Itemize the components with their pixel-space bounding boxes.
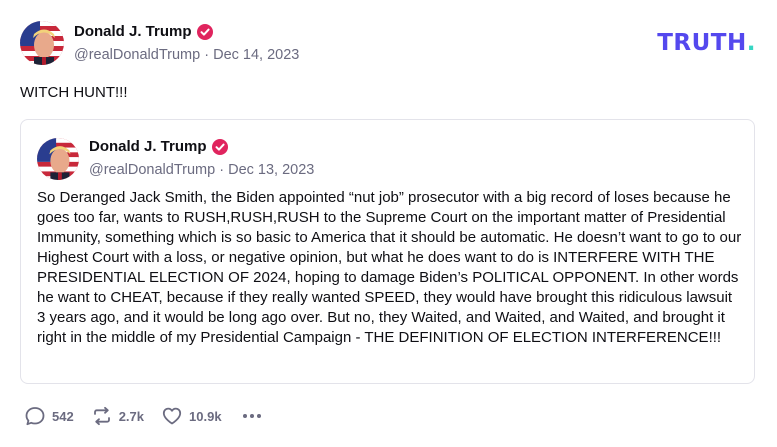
truth-logo: TRUTH. <box>657 30 756 56</box>
quoted-post-date[interactable]: Dec 13, 2023 <box>228 162 314 178</box>
quoted-author-info: Donald J. Trump @realDonaldTrump · Dec 1… <box>89 137 314 180</box>
post-header: Donald J. Trump @realDonaldTrump · Dec 1… <box>20 21 299 65</box>
author-handle[interactable]: @realDonaldTrump <box>74 47 200 63</box>
meta-separator: · <box>204 46 210 63</box>
reply-icon <box>25 407 45 426</box>
meta-separator: · <box>219 162 225 178</box>
post-meta: @realDonaldTrump · Dec 14, 2023 <box>74 45 299 65</box>
author-avatar[interactable] <box>20 21 64 65</box>
author-name[interactable]: Donald J. Trump <box>74 22 192 42</box>
more-icon <box>242 414 261 418</box>
like-count: 10.9k <box>189 408 222 424</box>
more-button[interactable] <box>241 405 263 427</box>
verified-badge-icon <box>211 139 228 155</box>
quoted-author-avatar[interactable] <box>37 137 79 180</box>
quoted-author-handle[interactable]: @realDonaldTrump <box>89 162 215 178</box>
verified-badge-icon <box>196 23 213 40</box>
retruth-button[interactable]: 2.7k <box>91 405 144 427</box>
logo-text: TRUTH <box>657 30 747 56</box>
retruth-count: 2.7k <box>118 408 145 424</box>
quoted-post-text: So Deranged Jack Smith, the Biden appoin… <box>37 189 742 346</box>
truth-post: Donald J. Trump @realDonaldTrump · Dec 1… <box>0 0 777 447</box>
post-date[interactable]: Dec 14, 2023 <box>213 47 299 63</box>
author-info: Donald J. Trump @realDonaldTrump · Dec 1… <box>74 22 299 65</box>
quoted-post-header: Donald J. Trump @realDonaldTrump · Dec 1… <box>37 137 314 180</box>
post-actions: 542 2.7k 10.9k <box>24 405 263 427</box>
quoted-post[interactable]: Donald J. Trump @realDonaldTrump · Dec 1… <box>20 119 755 384</box>
heart-icon <box>162 407 182 425</box>
reply-count: 542 <box>52 408 74 424</box>
post-text: WITCH HUNT!!! <box>20 84 128 101</box>
reply-button[interactable]: 542 <box>24 405 74 427</box>
like-button[interactable]: 10.9k <box>161 405 222 427</box>
logo-dot: . <box>746 30 756 56</box>
quoted-author-name[interactable]: Donald J. Trump <box>89 137 207 157</box>
retruth-icon <box>93 406 110 426</box>
quoted-post-meta: @realDonaldTrump · Dec 13, 2023 <box>89 160 314 180</box>
